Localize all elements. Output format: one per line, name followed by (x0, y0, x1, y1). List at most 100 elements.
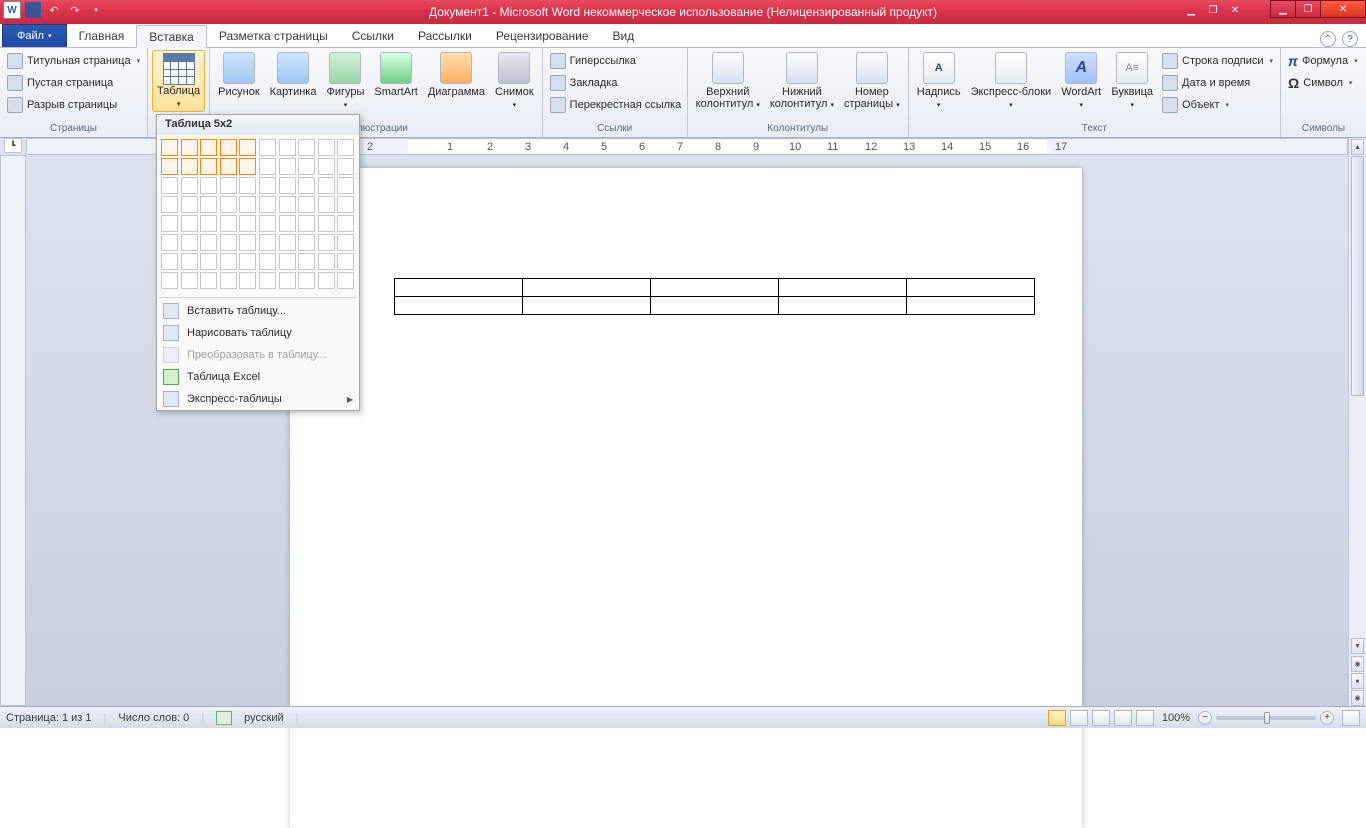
grid-cell[interactable] (298, 272, 315, 289)
object-button[interactable]: Объект▾ (1159, 94, 1276, 116)
footer-button[interactable]: Нижний колонтитул ▾ (766, 50, 838, 112)
grid-cell[interactable] (239, 234, 256, 251)
grid-cell[interactable] (200, 177, 217, 194)
grid-cell[interactable] (161, 253, 178, 270)
grid-cell[interactable] (279, 272, 296, 289)
grid-cell[interactable] (279, 234, 296, 251)
tab-mailings[interactable]: Рассылки (406, 24, 484, 47)
grid-cell[interactable] (200, 139, 217, 156)
textbox-button[interactable]: AНадпись▾ (913, 50, 965, 112)
grid-cell[interactable] (337, 139, 354, 156)
grid-cell[interactable] (220, 139, 237, 156)
browse-object-button[interactable]: ● (1351, 673, 1364, 689)
grid-cell[interactable] (279, 215, 296, 232)
bookmark-button[interactable]: Закладка (547, 72, 621, 94)
grid-cell[interactable] (279, 158, 296, 175)
excel-table-item[interactable]: Таблица Excel (157, 366, 359, 388)
grid-cell[interactable] (181, 272, 198, 289)
grid-cell[interactable] (239, 177, 256, 194)
scroll-thumb[interactable] (1351, 156, 1364, 396)
grid-cell[interactable] (298, 177, 315, 194)
grid-cell[interactable] (259, 215, 276, 232)
grid-cell[interactable] (259, 234, 276, 251)
grid-cell[interactable] (200, 196, 217, 213)
grid-cell[interactable] (318, 253, 335, 270)
signature-line-button[interactable]: Строка подписи▾ (1159, 50, 1276, 72)
ribbon-minimize-button[interactable]: ⌃ (1320, 31, 1336, 47)
header-button[interactable]: Верхний колонтитул ▾ (692, 50, 764, 112)
grid-cell[interactable] (337, 234, 354, 251)
tab-insert[interactable]: Вставка (136, 25, 207, 48)
spellcheck-icon[interactable] (216, 711, 232, 725)
doc-restore-button[interactable]: ❐ (1202, 2, 1224, 18)
grid-cell[interactable] (161, 158, 178, 175)
window-minimize-button[interactable]: ▁ (1270, 0, 1296, 18)
grid-cell[interactable] (200, 158, 217, 175)
grid-cell[interactable] (259, 139, 276, 156)
grid-cell[interactable] (318, 177, 335, 194)
document-page[interactable] (290, 168, 1082, 828)
grid-cell[interactable] (220, 177, 237, 194)
grid-cell[interactable] (220, 196, 237, 213)
grid-cell[interactable] (239, 215, 256, 232)
equation-button[interactable]: πФормула▾ (1285, 50, 1361, 72)
grid-cell[interactable] (318, 158, 335, 175)
symbol-button[interactable]: ΩСимвол▾ (1285, 72, 1355, 94)
grid-cell[interactable] (239, 158, 256, 175)
grid-cell[interactable] (161, 177, 178, 194)
grid-cell[interactable] (181, 234, 198, 251)
grid-cell[interactable] (337, 177, 354, 194)
zoom-slider[interactable] (1216, 716, 1316, 720)
insert-table-item[interactable]: Вставить таблицу... (157, 300, 359, 322)
next-page-button[interactable]: ◉ (1351, 690, 1364, 706)
screenshot-button[interactable]: Снимок▾ (491, 50, 538, 112)
table-button[interactable]: Таблица▾ (152, 50, 205, 112)
grid-cell[interactable] (279, 196, 296, 213)
grid-cell[interactable] (181, 215, 198, 232)
vertical-scrollbar[interactable]: ▲ ▼ ◉ ● ◉ (1348, 138, 1366, 706)
zoom-out-button[interactable]: − (1198, 711, 1212, 725)
grid-cell[interactable] (318, 139, 335, 156)
tab-review[interactable]: Рецензирование (484, 24, 601, 47)
window-close-button[interactable]: ✕ (1320, 0, 1366, 18)
grid-cell[interactable] (337, 272, 354, 289)
scroll-up-button[interactable]: ▲ (1351, 139, 1364, 155)
grid-cell[interactable] (181, 158, 198, 175)
grid-cell[interactable] (259, 272, 276, 289)
doc-close-button[interactable]: ✕ (1224, 2, 1246, 18)
grid-cell[interactable] (318, 196, 335, 213)
view-fullscreen-button[interactable] (1070, 710, 1088, 726)
ruler-corner[interactable]: ┗ (4, 138, 22, 153)
grid-cell[interactable] (239, 139, 256, 156)
quickparts-button[interactable]: Экспресс-блоки▾ (967, 50, 1056, 112)
grid-cell[interactable] (161, 234, 178, 251)
vertical-ruler[interactable] (0, 155, 26, 706)
tab-view[interactable]: Вид (601, 24, 647, 47)
grid-cell[interactable] (220, 253, 237, 270)
page-break-button[interactable]: Разрыв страницы (4, 94, 120, 116)
grid-cell[interactable] (337, 253, 354, 270)
crossref-button[interactable]: Перекрестная ссылка (547, 94, 685, 116)
page-number-button[interactable]: Номер страницы ▾ (840, 50, 904, 112)
blank-page-button[interactable]: Пустая страница (4, 72, 116, 94)
grid-cell[interactable] (239, 196, 256, 213)
zoom-level[interactable]: 100% (1162, 712, 1190, 724)
view-outline-button[interactable] (1114, 710, 1132, 726)
grid-cell[interactable] (181, 196, 198, 213)
grid-cell[interactable] (220, 234, 237, 251)
qat-redo-button[interactable]: ↷ (66, 1, 84, 19)
grid-cell[interactable] (181, 139, 198, 156)
chart-button[interactable]: Диаграмма (424, 50, 489, 98)
tab-references[interactable]: Ссылки (340, 24, 406, 47)
qat-save-button[interactable] (24, 1, 42, 19)
grid-cell[interactable] (279, 139, 296, 156)
doc-minimize-button[interactable]: ▁ (1180, 2, 1202, 18)
prev-page-button[interactable]: ◉ (1351, 656, 1364, 672)
grid-cell[interactable] (279, 253, 296, 270)
cover-page-button[interactable]: Титульная страница▾ (4, 50, 143, 72)
grid-cell[interactable] (200, 272, 217, 289)
grid-cell[interactable] (220, 215, 237, 232)
tab-home[interactable]: Главная (67, 24, 137, 47)
grid-cell[interactable] (298, 158, 315, 175)
qat-customize-button[interactable]: ▾ (87, 1, 105, 19)
